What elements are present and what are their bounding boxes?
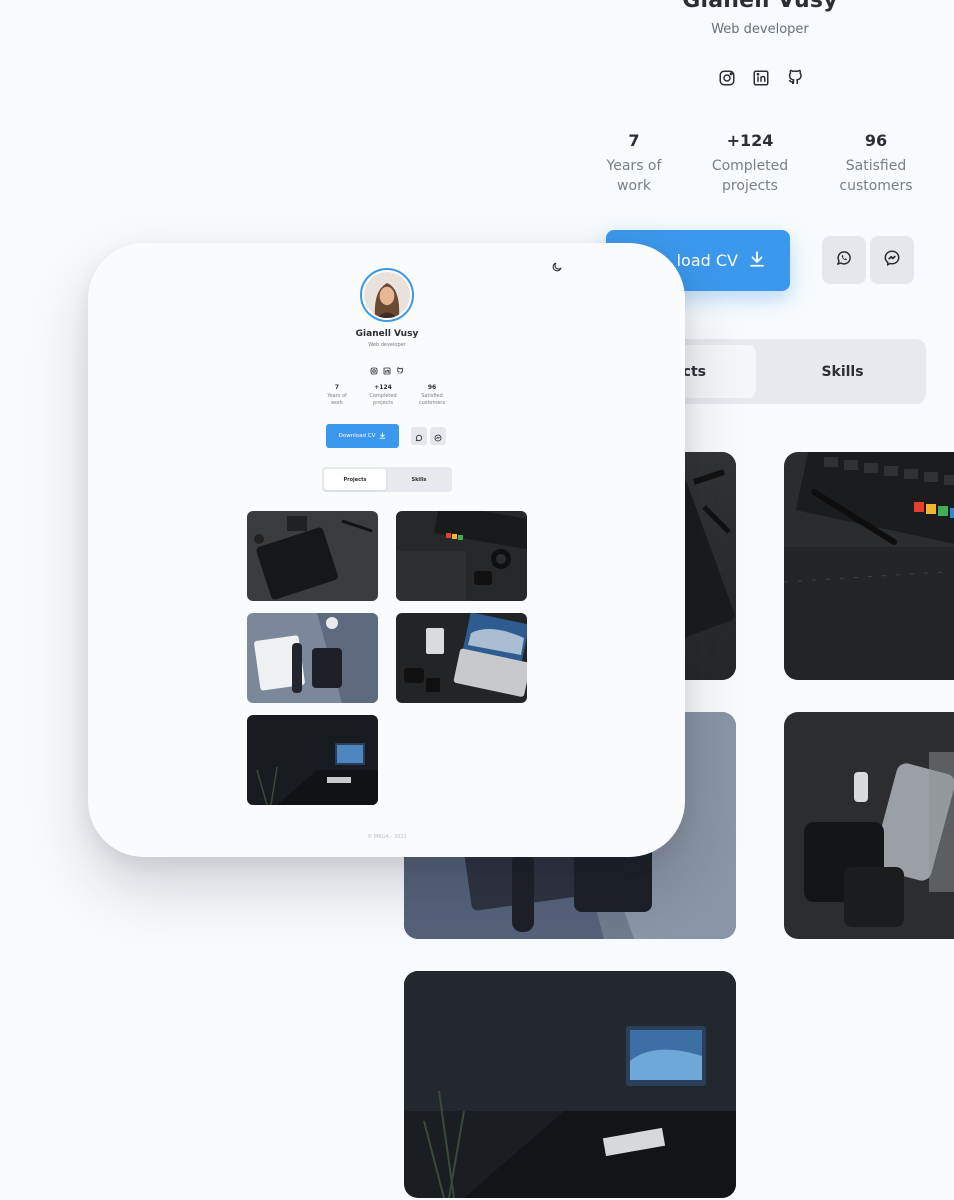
profile-role: Web developer bbox=[711, 22, 809, 37]
social-links bbox=[370, 360, 404, 375]
download-icon bbox=[379, 431, 386, 441]
project-image[interactable] bbox=[396, 511, 527, 601]
tab-skills[interactable]: Skills bbox=[388, 469, 450, 490]
stat-label: Satisfied bbox=[421, 393, 443, 399]
download-cv-button[interactable]: Download CV bbox=[326, 424, 399, 448]
whatsapp-icon bbox=[835, 249, 853, 271]
profile-role: Web developer bbox=[368, 342, 406, 348]
stat-value: 7 bbox=[628, 131, 640, 150]
stat-value: +124 bbox=[726, 131, 774, 150]
profile-name: Gianell Vusy bbox=[682, 0, 838, 13]
moon-icon[interactable] bbox=[551, 258, 563, 272]
footer-text: © MRGA - 2022 bbox=[367, 834, 407, 840]
stat-years: 7 Years of work bbox=[574, 131, 694, 196]
messenger-button[interactable] bbox=[870, 236, 914, 284]
profile-name: Gianell Vusy bbox=[355, 329, 419, 339]
whatsapp-button[interactable] bbox=[822, 236, 866, 284]
social-links bbox=[716, 67, 806, 89]
github-icon[interactable] bbox=[784, 67, 806, 89]
stat-label: Satisfied bbox=[845, 158, 907, 174]
stat-label: work bbox=[617, 178, 651, 194]
linkedin-icon[interactable] bbox=[383, 360, 391, 375]
stat-label: Completed bbox=[711, 158, 789, 174]
stat-projects: +124 Completed projects bbox=[690, 131, 810, 196]
stat-customers: 96 Satisfied customers bbox=[816, 131, 936, 196]
instagram-icon[interactable] bbox=[370, 360, 378, 375]
stat-value: 96 bbox=[427, 384, 437, 391]
linkedin-icon[interactable] bbox=[750, 67, 772, 89]
project-image[interactable] bbox=[784, 452, 954, 680]
project-image[interactable] bbox=[247, 511, 378, 601]
whatsapp-icon bbox=[415, 427, 423, 446]
stat-label: customers bbox=[418, 400, 446, 406]
stat-label: customers bbox=[839, 178, 913, 194]
github-icon[interactable] bbox=[396, 360, 404, 374]
project-image[interactable] bbox=[247, 613, 378, 703]
messenger-icon bbox=[883, 249, 901, 271]
project-image[interactable] bbox=[396, 613, 527, 703]
download-cv-label: load CV bbox=[676, 251, 738, 270]
stat-label: projects bbox=[373, 400, 393, 406]
messenger-button[interactable] bbox=[430, 427, 446, 445]
stat-label: work bbox=[330, 400, 344, 406]
stat-label: Years of bbox=[606, 158, 662, 174]
whatsapp-button[interactable] bbox=[411, 427, 427, 445]
project-image[interactable] bbox=[247, 715, 378, 805]
tab-skills[interactable]: Skills bbox=[780, 345, 905, 398]
project-image[interactable] bbox=[784, 712, 954, 939]
stat-value: 96 bbox=[864, 131, 888, 150]
tab-projects[interactable]: Projects bbox=[324, 469, 386, 490]
project-image[interactable] bbox=[404, 971, 736, 1198]
download-cv-label: Download CV bbox=[338, 433, 376, 439]
stat-customers: 96 Satisfied customers bbox=[402, 384, 462, 407]
stat-label: Years of bbox=[327, 393, 347, 399]
tablet-mockup: Gianell Vusy Web developer 7 Years of wor… bbox=[88, 243, 685, 857]
avatar bbox=[360, 268, 414, 322]
stat-label: Completed bbox=[369, 393, 397, 399]
messenger-icon bbox=[434, 427, 442, 446]
download-icon bbox=[748, 250, 766, 272]
instagram-icon[interactable] bbox=[716, 67, 738, 89]
stat-label: projects bbox=[722, 178, 778, 194]
